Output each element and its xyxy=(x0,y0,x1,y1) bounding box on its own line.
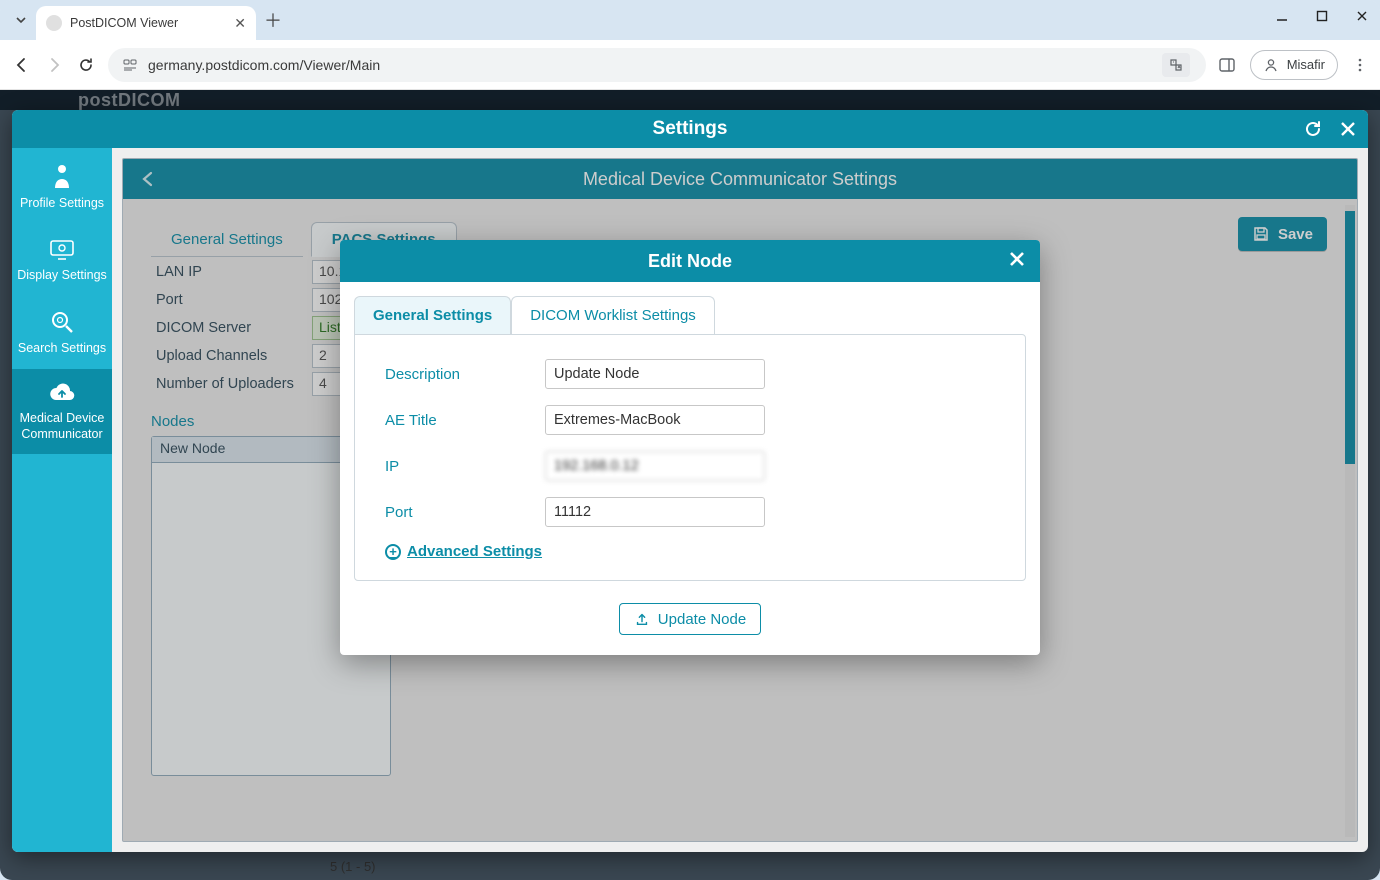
nav-medical-device-communicator[interactable]: Medical Device Communicator xyxy=(12,369,112,454)
nav-label: Medical Device Communicator xyxy=(20,411,105,441)
maximize-icon[interactable] xyxy=(1314,8,1330,24)
translate-icon[interactable] xyxy=(1162,53,1190,77)
person-icon xyxy=(50,162,74,190)
advanced-settings-label: Advanced Settings xyxy=(407,543,542,560)
label: LAN IP xyxy=(152,264,312,280)
field-description: Description xyxy=(385,359,995,389)
save-button[interactable]: Save xyxy=(1238,217,1327,251)
panel-header: Medical Device Communicator Settings xyxy=(123,159,1357,199)
field-port: Port xyxy=(385,497,995,527)
nav-label: Profile Settings xyxy=(20,196,104,210)
label: IP xyxy=(385,458,545,475)
tab-title: PostDICOM Viewer xyxy=(70,16,178,30)
description-input[interactable] xyxy=(545,359,765,389)
browser-toolbar: germany.postdicom.com/Viewer/Main Misafi… xyxy=(0,40,1380,90)
nav-back-button[interactable] xyxy=(12,55,32,75)
browser-tab-bar: PostDICOM Viewer ✕ ＋ xyxy=(0,0,1380,40)
close-icon[interactable] xyxy=(1338,119,1358,139)
label: Description xyxy=(385,366,545,383)
tab-favicon xyxy=(46,15,62,31)
browser-tab-active[interactable]: PostDICOM Viewer ✕ xyxy=(36,6,256,40)
update-node-label: Update Node xyxy=(658,611,746,628)
ip-input[interactable] xyxy=(545,451,765,481)
tab-dicom-worklist-settings[interactable]: DICOM Worklist Settings xyxy=(511,296,715,334)
ae-title-input[interactable] xyxy=(545,405,765,435)
cloud-upload-icon xyxy=(48,383,76,405)
panel-back-icon[interactable] xyxy=(137,168,159,190)
user-icon xyxy=(1263,57,1279,73)
save-label: Save xyxy=(1278,226,1313,243)
edit-node-modal: Edit Node General Settings DICOM Worklis… xyxy=(340,240,1040,655)
browser-window: PostDICOM Viewer ✕ ＋ germany.postdicom.c… xyxy=(0,0,1380,880)
window-close-icon[interactable] xyxy=(1354,8,1370,24)
advanced-settings-link[interactable]: + Advanced Settings xyxy=(385,543,995,560)
nav-profile-settings[interactable]: Profile Settings xyxy=(12,148,112,224)
edit-node-title: Edit Node xyxy=(648,251,732,272)
app-area: postDICOM 5 (1 - 5) Settings xyxy=(0,90,1380,880)
field-ip: IP ✔ xyxy=(385,451,995,481)
new-tab-button[interactable]: ＋ xyxy=(264,7,282,33)
nav-label: Search Settings xyxy=(18,341,106,355)
search-gear-icon xyxy=(49,309,75,335)
minimize-icon[interactable] xyxy=(1274,8,1290,24)
panel-title: Medical Device Communicator Settings xyxy=(583,169,897,190)
tab-general-settings[interactable]: General Settings xyxy=(151,223,303,257)
label: Port xyxy=(385,504,545,521)
upload-icon xyxy=(634,611,650,627)
label: AE Title xyxy=(385,412,545,429)
update-node-button[interactable]: Update Node xyxy=(619,603,761,635)
profile-chip[interactable]: Misafir xyxy=(1250,50,1338,80)
app-header-hint: postDICOM xyxy=(0,90,1380,110)
site-settings-icon[interactable] xyxy=(122,57,138,73)
nav-display-settings[interactable]: Display Settings xyxy=(12,224,112,296)
url-bar[interactable]: germany.postdicom.com/Viewer/Main xyxy=(108,48,1206,82)
edit-node-tabs: General Settings DICOM Worklist Settings xyxy=(340,282,1040,334)
label: Port xyxy=(152,292,312,308)
label: Upload Channels xyxy=(152,348,312,364)
nav-label: Display Settings xyxy=(17,268,107,282)
field-ae-title: AE Title xyxy=(385,405,995,435)
save-icon xyxy=(1252,225,1270,243)
side-panel-icon[interactable] xyxy=(1218,56,1236,74)
settings-nav: Profile Settings Display Settings Search… xyxy=(12,148,112,852)
edit-node-close-icon[interactable] xyxy=(1006,248,1028,270)
nav-forward-button[interactable] xyxy=(44,55,64,75)
window-controls xyxy=(1274,8,1370,24)
profile-name: Misafir xyxy=(1287,57,1325,72)
url-text: germany.postdicom.com/Viewer/Main xyxy=(148,57,1152,73)
port-input[interactable] xyxy=(545,497,765,527)
scrollbar-thumb[interactable] xyxy=(1345,211,1355,464)
toolbar-right: Misafir xyxy=(1218,50,1368,80)
monitor-icon xyxy=(48,238,76,262)
tab-search-dropdown[interactable] xyxy=(12,11,30,29)
edit-node-header: Edit Node xyxy=(340,240,1040,282)
settings-title: Settings xyxy=(653,118,728,140)
panel-scrollbar[interactable] xyxy=(1345,205,1355,837)
brand-text: postDICOM xyxy=(78,90,181,111)
refresh-icon[interactable] xyxy=(1302,118,1324,140)
label: Number of Uploaders xyxy=(152,376,312,392)
tab-general-settings[interactable]: General Settings xyxy=(354,296,511,334)
settings-titlebar: Settings xyxy=(12,110,1368,148)
edit-node-form: Description AE Title IP ✔ Port + xyxy=(354,334,1026,581)
kebab-menu-icon[interactable] xyxy=(1352,57,1368,73)
nav-reload-button[interactable] xyxy=(76,55,96,75)
app-footer-hint: 5 (1 - 5) xyxy=(0,852,1380,880)
footer-fragment: 5 (1 - 5) xyxy=(330,859,376,874)
plus-circle-icon: + xyxy=(385,544,401,560)
label: DICOM Server xyxy=(152,320,312,336)
tab-close-icon[interactable]: ✕ xyxy=(234,15,246,32)
nav-search-settings[interactable]: Search Settings xyxy=(12,295,112,369)
